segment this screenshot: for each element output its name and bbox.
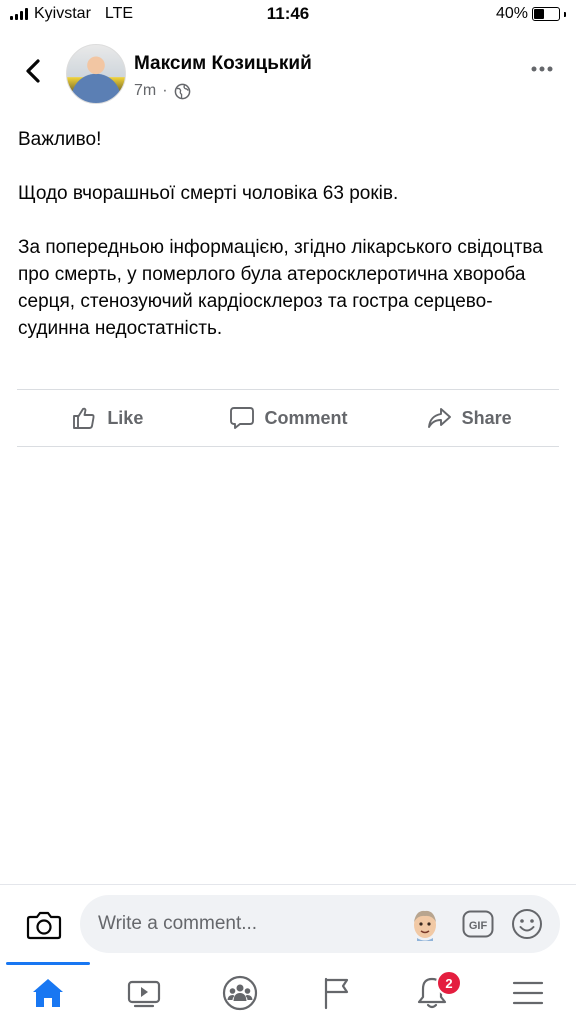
globe-icon [174, 83, 190, 99]
svg-text:GIF: GIF [469, 920, 488, 932]
notification-badge: 2 [436, 970, 462, 996]
bottom-navigation: 2 [0, 962, 576, 1024]
nav-menu[interactable] [480, 962, 576, 1024]
back-arrow-icon[interactable] [18, 56, 48, 86]
gif-icon[interactable]: GIF [462, 910, 494, 938]
avatar-sticker-icon[interactable] [408, 907, 442, 941]
nav-groups[interactable] [192, 962, 288, 1024]
post-time[interactable]: 7m [134, 82, 156, 100]
comment-bar: Write a comment... GIF [0, 884, 576, 963]
nav-notifications[interactable]: 2 [384, 962, 480, 1024]
comment-label: Comment [264, 407, 348, 428]
author-name[interactable]: Максим Козицький [134, 53, 312, 75]
nav-pages[interactable] [288, 962, 384, 1024]
share-label: Share [461, 407, 512, 428]
meta-separator: · [162, 82, 168, 99]
post-header: Максим Козицький 7m · [0, 42, 576, 106]
like-label: Like [107, 407, 144, 428]
post-actions: Like Comment Share [17, 389, 559, 447]
nav-watch[interactable] [96, 962, 192, 1024]
battery-group: 40% [496, 5, 566, 23]
groups-icon [222, 975, 258, 1011]
comment-button[interactable]: Comment [198, 390, 379, 446]
hamburger-menu-icon [512, 981, 544, 1005]
battery-icon [532, 7, 560, 21]
home-icon [33, 979, 63, 1007]
post-paragraph: Важливо! [18, 129, 102, 150]
watch-icon [127, 980, 161, 1008]
battery-percent: 40% [495, 5, 528, 22]
post-meta: 7m · [134, 82, 191, 100]
clock: 11:46 [266, 4, 310, 23]
comment-placeholder: Write a comment... [98, 913, 258, 934]
more-options-icon[interactable] [530, 64, 554, 74]
like-button[interactable]: Like [17, 390, 198, 446]
share-icon [427, 408, 451, 428]
post-body: Важливо! Щодо вчорашньої смерті чоловіка… [18, 126, 558, 342]
like-icon [73, 407, 95, 429]
pages-flag-icon [324, 977, 349, 1010]
comment-input[interactable]: Write a comment... GIF [80, 895, 560, 953]
post-paragraph: За попередньою інформацією, згідно лікар… [18, 237, 543, 339]
avatar[interactable] [66, 44, 126, 104]
emoji-icon[interactable] [510, 907, 544, 941]
comment-icon [229, 407, 254, 429]
nav-home[interactable] [0, 962, 96, 1024]
camera-icon[interactable] [26, 909, 62, 941]
share-button[interactable]: Share [378, 390, 559, 446]
status-bar: Kyivstar LTE 11:46 40% [0, 0, 576, 30]
post-paragraph: Щодо вчорашньої смерті чоловіка 63 років… [18, 183, 399, 204]
